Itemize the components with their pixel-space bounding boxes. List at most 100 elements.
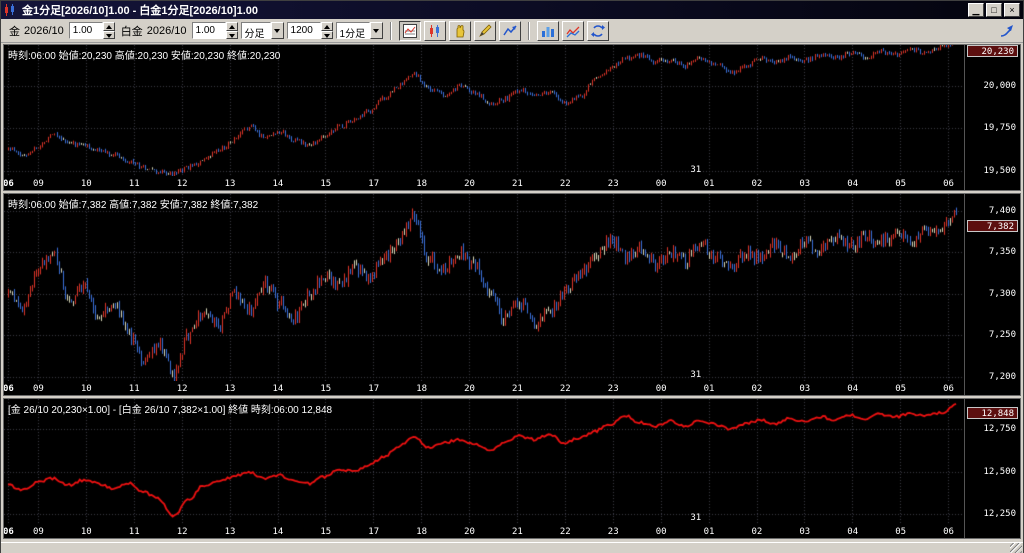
- chart-area: 時刻:06:00 始値:20,230 高値:20,230 安値:20,230 終…: [1, 43, 1023, 542]
- bar-count-value[interactable]: 1200: [287, 22, 321, 39]
- current-price-badge: 20,230: [967, 45, 1018, 57]
- maximize-button[interactable]: □: [986, 3, 1002, 17]
- gold-label: 金: [9, 23, 20, 39]
- platinum-multiplier-down-button[interactable]: [226, 31, 238, 40]
- gold-contract[interactable]: 2026/10: [24, 25, 64, 37]
- line-study-button[interactable]: [499, 21, 521, 41]
- draw-pencil-button[interactable]: [474, 21, 496, 41]
- platinum-multiplier-up-button[interactable]: [226, 22, 238, 31]
- platinum-multiplier-value[interactable]: 1.00: [192, 22, 226, 39]
- scroll-latest-button[interactable]: [996, 21, 1018, 41]
- x-axis-label: 02: [752, 527, 763, 537]
- x-axis-label: 06: [943, 384, 954, 394]
- x-axis-label: 02: [752, 384, 763, 394]
- y-axis-tick: 12,500: [983, 467, 1016, 477]
- x-axis-label: 10: [81, 179, 92, 189]
- x-axis-label: 00: [656, 527, 667, 537]
- resize-grip-icon[interactable]: [1010, 543, 1022, 553]
- spread-time-axis[interactable]: 0609101112131415171820212223000102030405…: [4, 524, 964, 538]
- date-change-marker: 31: [690, 513, 701, 523]
- x-axis-label: 00: [656, 179, 667, 189]
- minimize-button[interactable]: ▁: [968, 3, 984, 17]
- x-axis-label: 04: [847, 179, 858, 189]
- x-axis-label: 04: [847, 384, 858, 394]
- x-axis-label: 11: [129, 179, 140, 189]
- window-title: 金1分足[2026/10]1.00 - 白金1分足[2026/10]1.00: [22, 2, 258, 18]
- bar-count-up-button[interactable]: [321, 22, 333, 31]
- x-axis-label: 12: [177, 527, 188, 537]
- close-button[interactable]: ×: [1004, 3, 1020, 17]
- x-axis-label: 15: [320, 179, 331, 189]
- x-axis-label: 20: [464, 179, 475, 189]
- gold-multiplier-stepper: 1.00: [69, 22, 115, 39]
- x-axis-label: 21: [512, 179, 523, 189]
- x-axis-label: 13: [225, 179, 236, 189]
- bar-chart-button[interactable]: [537, 21, 559, 41]
- period-type-value[interactable]: 分足: [241, 22, 271, 39]
- x-axis-label: 14: [273, 384, 284, 394]
- x-axis-label: 06: [3, 179, 14, 189]
- pan-hand-button[interactable]: [449, 21, 471, 41]
- current-price-badge: 7,382: [967, 220, 1018, 232]
- x-axis-label: 03: [799, 384, 810, 394]
- platinum-contract[interactable]: 2026/10: [147, 25, 187, 37]
- x-axis-label: 20: [464, 384, 475, 394]
- x-axis-label: 18: [416, 179, 427, 189]
- gold-multiplier-value[interactable]: 1.00: [69, 22, 103, 39]
- compare-chart-icon: [566, 24, 580, 38]
- hand-icon: [453, 24, 467, 38]
- y-axis-tick: 12,250: [983, 509, 1016, 519]
- y-axis-tick: 19,500: [983, 166, 1016, 176]
- x-axis-label: 05: [895, 179, 906, 189]
- chart-settings-icon: [403, 24, 417, 38]
- timeframe-value[interactable]: 1分足: [336, 22, 371, 39]
- x-axis-label: 21: [512, 527, 523, 537]
- spread-price-axis[interactable]: 12,75012,50012,25012,848: [964, 399, 1020, 538]
- x-axis-label: 14: [273, 179, 284, 189]
- platinum-chart-plot[interactable]: [4, 194, 964, 381]
- chart-settings-button[interactable]: [399, 21, 421, 41]
- gold-chart-plot[interactable]: [4, 45, 964, 176]
- date-change-marker: 31: [690, 370, 701, 380]
- x-axis-label: 06: [3, 527, 14, 537]
- x-axis-label: 12: [177, 179, 188, 189]
- x-axis-label: 10: [81, 527, 92, 537]
- y-axis-tick: 19,750: [983, 123, 1016, 133]
- bar-count-stepper: 1200: [287, 22, 333, 39]
- x-axis-label: 15: [320, 527, 331, 537]
- bar-chart-icon: [541, 24, 555, 38]
- candle-chart-button[interactable]: [424, 21, 446, 41]
- x-axis-label: 23: [608, 527, 619, 537]
- x-axis-label: 13: [225, 384, 236, 394]
- timeframe-select[interactable]: 1分足: [336, 22, 384, 39]
- x-axis-label: 22: [560, 179, 571, 189]
- gold-time-axis[interactable]: 0609101112131415171820212223000102030405…: [4, 176, 964, 190]
- spread-chart-plot[interactable]: [4, 399, 964, 524]
- gold-multiplier-up-button[interactable]: [103, 22, 115, 31]
- y-axis-tick: 7,300: [989, 289, 1016, 299]
- toolbar: 金 2026/10 1.00 白金 2026/10 1.00 分足 1200: [1, 19, 1023, 43]
- x-axis-label: 23: [608, 384, 619, 394]
- x-axis-label: 06: [943, 179, 954, 189]
- refresh-button[interactable]: [587, 21, 609, 41]
- period-type-dropdown-button[interactable]: [271, 22, 284, 39]
- platinum-price-axis[interactable]: 7,4007,3507,3007,2507,2007,382: [964, 194, 1020, 395]
- x-axis-label: 06: [943, 527, 954, 537]
- compare-chart-button[interactable]: [562, 21, 584, 41]
- gold-chart-panel: 時刻:06:00 始値:20,230 高値:20,230 安値:20,230 終…: [3, 44, 1021, 191]
- platinum-time-axis[interactable]: 0609101112131415171820212223000102030405…: [4, 381, 964, 395]
- candlestick-icon: [428, 24, 442, 38]
- x-axis-label: 14: [273, 527, 284, 537]
- x-axis-label: 11: [129, 527, 140, 537]
- x-axis-label: 17: [368, 384, 379, 394]
- x-axis-label: 23: [608, 179, 619, 189]
- gold-price-axis[interactable]: 20,00019,75019,50020,230: [964, 45, 1020, 190]
- period-type-select[interactable]: 分足: [241, 22, 284, 39]
- candlestick-app-icon: [4, 4, 18, 16]
- gold-multiplier-down-button[interactable]: [103, 31, 115, 40]
- timeframe-dropdown-button[interactable]: [370, 22, 383, 39]
- bar-count-down-button[interactable]: [321, 31, 333, 40]
- toolbar-separator: [390, 22, 392, 40]
- x-axis-label: 03: [799, 179, 810, 189]
- x-axis-label: 17: [368, 527, 379, 537]
